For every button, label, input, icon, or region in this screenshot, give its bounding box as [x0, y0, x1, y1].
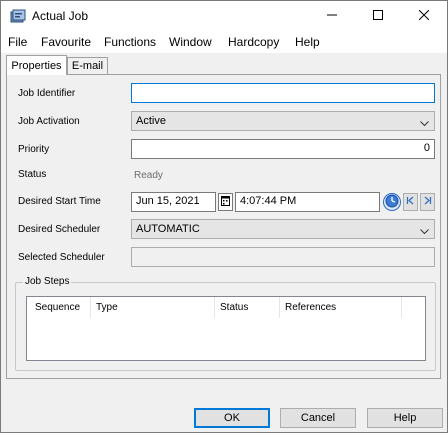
desired-scheduler-value: AUTOMATIC — [136, 223, 200, 235]
tab-properties[interactable]: Properties — [6, 55, 67, 75]
selected-scheduler-field — [131, 247, 435, 267]
start-time-input[interactable]: 4:07:44 PM — [235, 192, 380, 212]
close-button[interactable] — [401, 1, 447, 31]
menu-window[interactable]: Window — [169, 35, 212, 49]
close-icon — [418, 9, 430, 23]
column-separator — [90, 297, 91, 318]
job-activation-label: Job Activation — [18, 116, 80, 127]
column-separator — [401, 297, 402, 318]
column-header-type[interactable]: Type — [96, 302, 118, 313]
job-activation-value: Active — [136, 115, 166, 127]
menu-hardcopy[interactable]: Hardcopy — [228, 35, 279, 49]
job-identifier-input[interactable] — [131, 83, 435, 103]
title-bar[interactable]: Actual Job — [1, 1, 447, 31]
window-title: Actual Job — [32, 9, 89, 23]
next-button[interactable] — [420, 193, 435, 211]
status-label: Status — [18, 169, 47, 180]
column-separator — [214, 297, 215, 318]
column-header-status[interactable]: Status — [220, 302, 248, 313]
skip-back-icon — [406, 196, 415, 208]
tab-properties-label: Properties — [11, 59, 62, 72]
chevron-down-icon — [420, 118, 429, 130]
column-header-references[interactable]: References — [285, 302, 336, 313]
calendar-button[interactable] — [218, 193, 233, 211]
clock-button[interactable] — [383, 193, 401, 211]
minimize-icon — [327, 10, 337, 23]
menu-favourite[interactable]: Favourite — [41, 35, 91, 49]
maximize-icon — [373, 9, 383, 23]
menu-bar: File Favourite Functions Window Hardcopy… — [1, 31, 447, 53]
job-steps-list[interactable]: Sequence Type Status References — [26, 296, 426, 361]
selected-scheduler-label: Selected Scheduler — [18, 252, 105, 263]
app-icon — [10, 9, 26, 23]
menu-help[interactable]: Help — [295, 35, 320, 49]
clock-icon — [385, 194, 399, 211]
chevron-down-icon — [420, 226, 429, 238]
job-steps-title: Job Steps — [23, 276, 72, 287]
menu-functions[interactable]: Functions — [104, 35, 156, 49]
status-value: Ready — [134, 170, 163, 181]
column-header-sequence[interactable]: Sequence — [35, 302, 80, 313]
desired-scheduler-label: Desired Scheduler — [18, 224, 101, 235]
ok-button[interactable]: OK — [194, 408, 270, 428]
help-button[interactable]: Help — [367, 408, 443, 428]
tab-email[interactable]: E-mail — [67, 57, 108, 74]
skip-forward-icon — [423, 196, 432, 208]
priority-label: Priority — [18, 144, 50, 155]
job-identifier-label: Job Identifier — [18, 88, 76, 99]
calendar-icon — [221, 195, 230, 209]
menu-file[interactable]: File — [8, 35, 27, 49]
previous-button[interactable] — [403, 193, 418, 211]
start-date-input[interactable]: Jun 15, 2021 — [131, 192, 216, 212]
cancel-button[interactable]: Cancel — [280, 408, 356, 428]
tab-email-label: E-mail — [71, 60, 104, 72]
desired-scheduler-select[interactable]: AUTOMATIC — [131, 219, 435, 239]
priority-input[interactable]: 0 — [131, 139, 435, 159]
app-window: Actual Job File Favourite Functions Wind… — [0, 0, 448, 433]
minimize-button[interactable] — [309, 1, 355, 31]
job-activation-select[interactable]: Active — [131, 111, 435, 131]
maximize-button[interactable] — [355, 1, 401, 31]
desired-start-time-label: Desired Start Time — [18, 196, 101, 207]
column-separator — [279, 297, 280, 318]
